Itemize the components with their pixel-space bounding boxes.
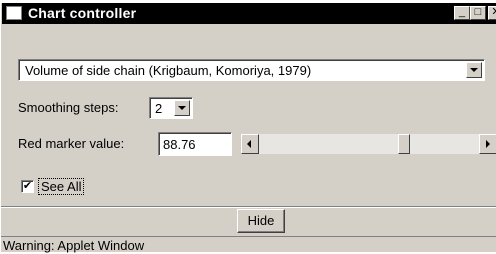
scroll-right-arrow-icon[interactable]	[479, 134, 496, 154]
red-marker-slider[interactable]	[241, 134, 496, 154]
red-marker-label: Red marker value:	[18, 136, 125, 151]
applet-page: { "window": { "title": "Chart controller…	[0, 0, 496, 254]
hide-button[interactable]: Hide	[237, 209, 285, 233]
status-bar: Warning: Applet Window	[1, 236, 496, 253]
chevron-down-icon[interactable]	[466, 62, 482, 78]
smoothing-steps-select[interactable]: 2	[149, 97, 193, 119]
property-select[interactable]: Volume of side chain (Krigbaum, Komoriya…	[18, 59, 485, 81]
status-text: Warning: Applet Window	[3, 238, 145, 253]
property-select-value: Volume of side chain (Krigbaum, Komoriya…	[25, 63, 312, 78]
slider-thumb[interactable]	[398, 134, 410, 154]
slider-track[interactable]	[259, 134, 479, 154]
title-bar[interactable]: Chart controller _ □ ✕	[2, 3, 496, 24]
close-button[interactable]: ✕	[488, 6, 496, 20]
scroll-left-arrow-icon[interactable]	[241, 134, 259, 154]
smoothing-steps-value: 2	[155, 101, 163, 116]
smoothing-steps-label: Smoothing steps:	[18, 100, 119, 115]
minimize-button[interactable]: _	[454, 6, 470, 20]
maximize-button[interactable]: □	[470, 6, 486, 20]
chart-controller-window: Chart controller _ □ ✕ Volume of side ch…	[0, 2, 496, 253]
chevron-down-icon[interactable]	[174, 100, 190, 116]
red-marker-input[interactable]	[158, 132, 232, 156]
see-all-checkbox[interactable]: ✔	[21, 180, 34, 193]
see-all-label[interactable]: See All	[38, 178, 85, 195]
window-title: Chart controller	[28, 5, 137, 21]
divider	[1, 206, 496, 208]
window-icon	[6, 6, 22, 20]
